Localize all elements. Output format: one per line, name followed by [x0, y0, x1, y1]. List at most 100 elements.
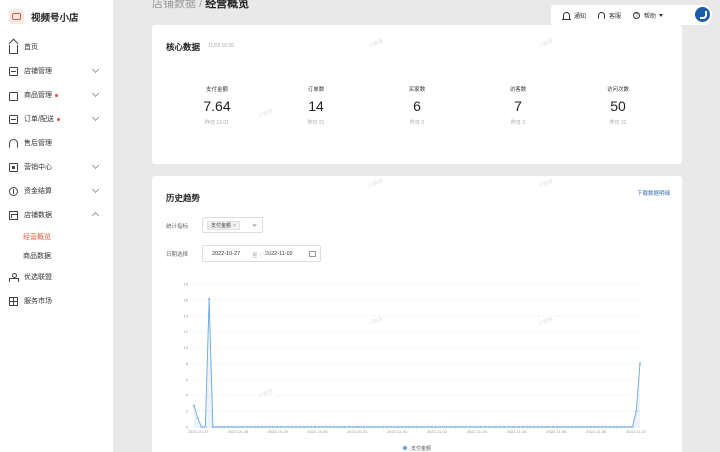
data-point — [393, 425, 396, 429]
sidebar-item-settlement[interactable]: 资金结算 — [0, 179, 113, 203]
sidebar-item-service-market[interactable]: 服务市场 — [0, 289, 113, 313]
brand[interactable]: 视频号小店 — [9, 9, 79, 24]
download-link[interactable]: 下载数据明细 — [637, 189, 670, 197]
x-tick-label: 2022-11-06 — [586, 429, 607, 434]
metric-prev: 昨日 31 — [609, 120, 627, 126]
breadcrumb-parent[interactable]: 店铺数据 — [152, 0, 196, 10]
data-point — [325, 425, 328, 429]
marketing-icon — [9, 162, 18, 172]
y-tick-label: 16 — [184, 297, 189, 302]
sidebar-item-shop-data[interactable]: 店铺数据 — [0, 203, 113, 227]
data-point — [196, 417, 199, 420]
metric-visitors[interactable]: 访客数 7 昨日 3 — [483, 85, 553, 126]
data-point — [257, 425, 260, 429]
notify-button[interactable]: 通知 — [562, 11, 586, 20]
data-point — [430, 425, 434, 429]
data-point — [446, 425, 449, 429]
data-point — [204, 425, 207, 429]
metric-visits[interactable]: 访问次数 50 昨日 31 — [583, 85, 653, 126]
data-point — [631, 425, 634, 429]
sidebar-subitem-product-data[interactable]: 商品数据 — [0, 246, 113, 265]
metric-prev: 昨日 3 — [510, 120, 526, 126]
help-button[interactable]: ? 帮助 — [633, 11, 664, 20]
x-tick-label: 2022-11-05 — [546, 429, 567, 434]
data-point — [525, 425, 528, 429]
y-tick-label: 2 — [186, 409, 189, 414]
data-point — [578, 425, 581, 429]
metric-value: 7.64 — [203, 98, 231, 114]
data-point — [294, 425, 298, 429]
metric-label: 访客数 — [509, 87, 527, 93]
data-point — [487, 425, 491, 429]
data-point — [461, 425, 464, 429]
x-tick-label: 2022-10-27 — [188, 429, 209, 434]
data-point — [245, 425, 249, 429]
data-point — [555, 425, 559, 429]
core-data-title: 核心数据 — [166, 42, 201, 52]
series-line — [193, 299, 641, 428]
date-start[interactable]: 2022-10-27 — [212, 251, 240, 257]
data-point — [529, 425, 532, 429]
sidebar-subitem-overview[interactable]: 经营概览 — [0, 227, 113, 246]
data-point — [551, 425, 555, 429]
data-point — [279, 425, 283, 429]
shop-icon — [9, 66, 18, 76]
tag-close-icon[interactable]: × — [233, 223, 236, 229]
chart-icon — [9, 210, 18, 220]
metric-buyers[interactable]: 买家数 6 昨日 3 — [382, 85, 452, 126]
metric-pay-amount[interactable]: 支付金额 7.64 昨日 12.01 — [182, 85, 252, 126]
data-point — [612, 425, 615, 429]
sidebar-item-marketing[interactable]: 营销中心 — [0, 155, 113, 179]
data-point — [438, 425, 441, 429]
data-point — [593, 425, 596, 429]
data-point — [502, 425, 506, 429]
sidebar-item-alliance[interactable]: 优选联盟 — [0, 265, 113, 289]
sidebar-item-label: 营销中心 — [24, 164, 52, 171]
data-point — [491, 425, 494, 429]
data-point — [291, 425, 294, 429]
sidebar-nav: 首页 店铺管理 商品管理 订单/配送 售后管理 营销中心 资金结算 店铺数据 经… — [0, 35, 113, 313]
sidebar-item-label: 订单/配送 — [24, 116, 54, 123]
help-icon: ? — [633, 11, 641, 19]
data-point — [272, 425, 275, 429]
data-point — [521, 425, 525, 429]
data-point — [619, 425, 623, 429]
data-point — [192, 404, 196, 407]
data-point — [404, 425, 407, 429]
product-icon — [9, 91, 18, 101]
service-button[interactable]: 客服 — [598, 11, 621, 20]
data-point — [313, 425, 317, 429]
home-icon — [9, 44, 18, 54]
data-point — [442, 425, 445, 429]
avatar[interactable] — [693, 5, 712, 24]
metric-label: 订单数 — [307, 87, 325, 93]
data-point — [434, 425, 438, 429]
sidebar-item-orders[interactable]: 订单/配送 — [0, 107, 113, 131]
series-area — [194, 299, 640, 427]
data-point — [230, 425, 233, 429]
sidebar-item-after-sales[interactable]: 售后管理 — [0, 131, 113, 155]
data-point — [585, 425, 589, 429]
metric-label: 支付金额 — [205, 87, 228, 93]
data-point — [366, 425, 370, 429]
topbar: 通知 客服 ? 帮助 — [551, 5, 708, 25]
sidebar-item-shop-management[interactable]: 店铺管理 — [0, 59, 113, 83]
data-point — [514, 425, 517, 429]
order-icon — [9, 114, 18, 124]
data-point — [287, 425, 290, 429]
data-point — [317, 425, 320, 429]
metric-select[interactable]: 支付金额 × — [202, 217, 263, 233]
app-title: 视频号小店 — [31, 12, 79, 24]
data-point — [453, 425, 456, 429]
metric-orders[interactable]: 订单数 14 昨日 21 — [281, 85, 351, 126]
data-point — [517, 425, 521, 429]
data-point — [302, 425, 305, 429]
sidebar-item-home[interactable]: 首页 — [0, 35, 113, 59]
sidebar-item-product-management[interactable]: 商品管理 — [0, 83, 113, 107]
data-point — [623, 425, 627, 429]
data-point — [464, 425, 468, 429]
data-point — [457, 425, 460, 429]
data-point — [241, 425, 245, 429]
data-point — [638, 362, 642, 365]
metric-value: 14 — [308, 98, 324, 114]
